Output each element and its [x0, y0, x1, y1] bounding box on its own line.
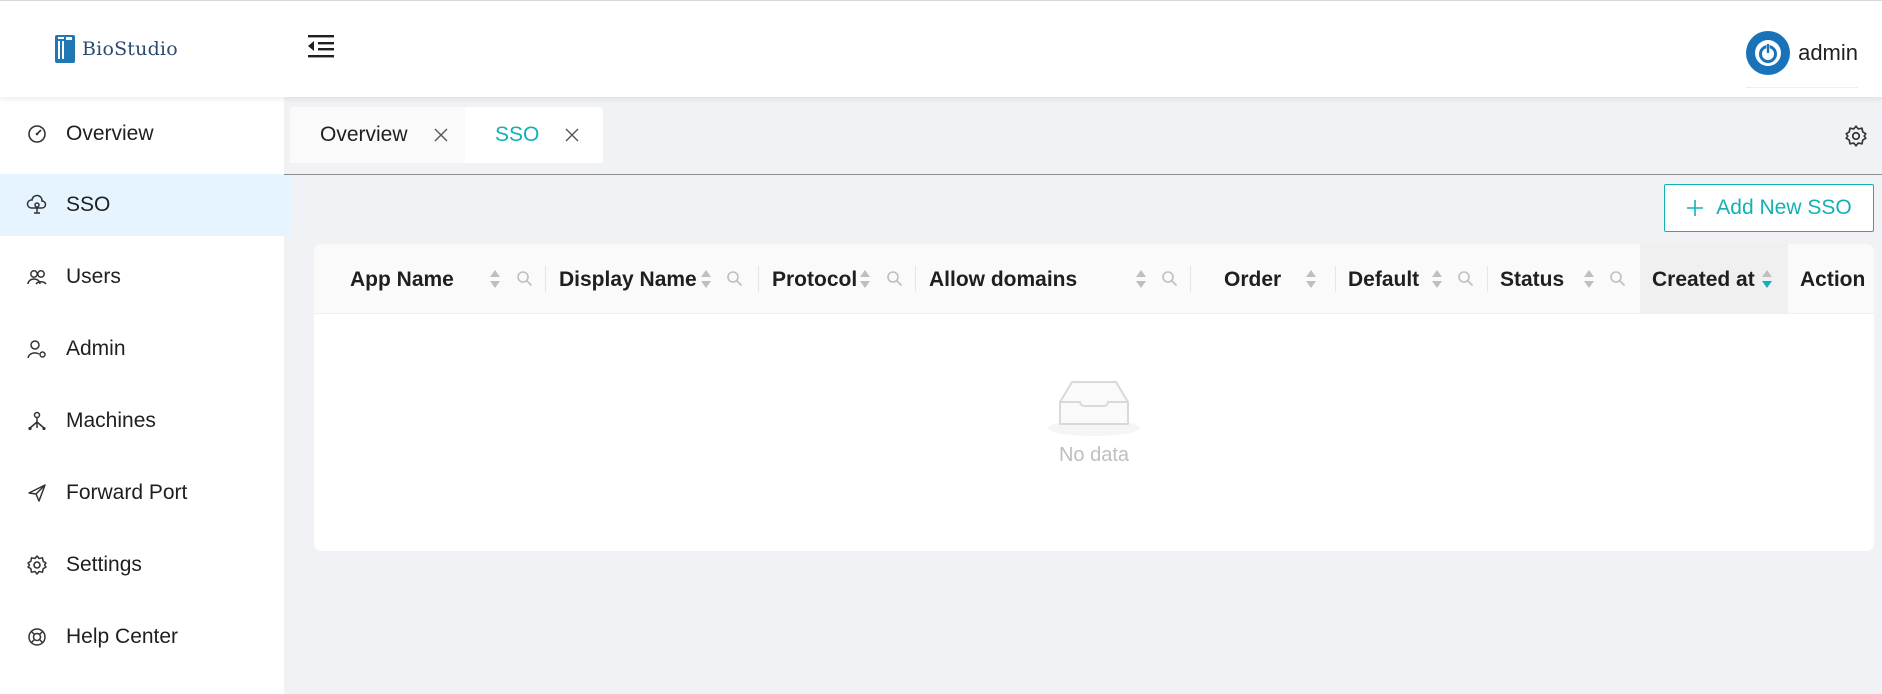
- power-icon: [1755, 40, 1782, 66]
- machines-icon: [28, 411, 46, 431]
- send-icon: [28, 484, 46, 502]
- search-icon[interactable]: [726, 270, 743, 287]
- column-display-name[interactable]: Display Name: [546, 244, 759, 314]
- search-icon[interactable]: [886, 270, 903, 287]
- empty-text: No data: [1058, 444, 1130, 466]
- avatar: [1746, 31, 1791, 75]
- tab-sso[interactable]: SSO: [465, 107, 604, 163]
- sidebar-item-overview[interactable]: Overview: [0, 103, 291, 165]
- column-label: Allow domains: [929, 268, 1078, 291]
- sidebar-item-help-center[interactable]: Help Center: [0, 606, 291, 668]
- gear-icon[interactable]: [1844, 124, 1868, 148]
- column-label: Order: [1224, 268, 1282, 291]
- column-label: Status: [1500, 268, 1565, 291]
- tab-label: SSO: [495, 123, 540, 146]
- close-icon[interactable]: [565, 128, 579, 142]
- user-admin-icon: [27, 340, 46, 359]
- users-icon: [27, 270, 47, 285]
- sidebar-item-label: Settings: [66, 553, 142, 576]
- sidebar-item-users[interactable]: Users: [0, 246, 291, 308]
- sidebar: Overview SSO Users Admin Machines Forwar…: [0, 97, 291, 694]
- sort-descending-icon[interactable]: [1761, 268, 1773, 290]
- user-menu[interactable]: admin: [1746, 31, 1858, 88]
- sso-table: App Name Display Name Protocol Allow dom…: [314, 244, 1874, 551]
- tab-overview[interactable]: Overview: [290, 107, 472, 163]
- column-protocol[interactable]: Protocol: [759, 244, 916, 314]
- plus-icon: [1687, 200, 1704, 216]
- column-label: Action: [1800, 268, 1866, 291]
- search-icon[interactable]: [516, 270, 533, 287]
- tabs-bar: Overview SSO: [284, 97, 1882, 175]
- menu-fold-icon[interactable]: [306, 33, 336, 59]
- column-allow-domains[interactable]: Allow domains: [916, 244, 1191, 314]
- tab-label: Overview: [320, 123, 408, 146]
- dashboard-icon: [28, 125, 46, 143]
- username: admin: [1798, 40, 1858, 65]
- cloud-key-icon: [26, 194, 47, 214]
- search-icon[interactable]: [1609, 270, 1626, 287]
- column-label: Default: [1348, 268, 1420, 291]
- column-order[interactable]: Order: [1191, 244, 1336, 314]
- search-icon[interactable]: [1161, 270, 1178, 287]
- sidebar-item-label: Admin: [66, 337, 126, 360]
- search-icon[interactable]: [1457, 270, 1474, 287]
- sidebar-item-admin[interactable]: Admin: [0, 318, 291, 380]
- logo-text: BioStudio: [82, 38, 178, 60]
- column-label: Protocol: [772, 268, 858, 291]
- empty-inbox-icon: [1048, 381, 1140, 436]
- column-app-name[interactable]: App Name: [314, 244, 546, 314]
- sort-icon[interactable]: [1583, 268, 1595, 290]
- app-logo[interactable]: BioStudio: [54, 33, 178, 65]
- sort-icon[interactable]: [1431, 268, 1443, 290]
- column-label: App Name: [350, 268, 454, 291]
- app-header: BioStudio admin: [0, 0, 1882, 97]
- sidebar-item-label: Forward Port: [66, 481, 188, 504]
- column-default[interactable]: Default: [1336, 244, 1488, 314]
- gear-icon: [27, 555, 47, 575]
- sort-icon[interactable]: [700, 268, 712, 290]
- sidebar-item-label: SSO: [66, 193, 111, 216]
- sort-icon[interactable]: [1305, 268, 1317, 290]
- column-status[interactable]: Status: [1488, 244, 1640, 314]
- column-label: Display Name: [559, 268, 697, 291]
- sidebar-item-sso[interactable]: SSO: [0, 174, 291, 236]
- lifebuoy-icon: [28, 628, 46, 646]
- table-header: App Name Display Name Protocol Allow dom…: [314, 244, 1874, 314]
- sidebar-item-label: Machines: [66, 409, 156, 432]
- sidebar-item-label: Overview: [66, 122, 154, 145]
- add-new-sso-button[interactable]: Add New SSO: [1664, 184, 1874, 232]
- column-created-at[interactable]: Created at: [1640, 244, 1788, 314]
- sidebar-item-settings[interactable]: Settings: [0, 534, 291, 596]
- empty-state: No data: [314, 314, 1874, 551]
- sort-icon[interactable]: [859, 268, 871, 290]
- sidebar-item-forward-port[interactable]: Forward Port: [0, 462, 291, 524]
- add-new-sso-label: Add New SSO: [1716, 196, 1852, 219]
- sort-icon[interactable]: [1135, 268, 1147, 290]
- logo-icon: [55, 35, 75, 63]
- column-label: Created at: [1652, 268, 1755, 291]
- sidebar-item-machines[interactable]: Machines: [0, 390, 291, 452]
- close-icon[interactable]: [434, 128, 448, 142]
- sort-icon[interactable]: [489, 268, 501, 290]
- column-action: Action: [1788, 244, 1874, 314]
- sidebar-item-label: Help Center: [66, 625, 179, 648]
- sidebar-item-label: Users: [66, 265, 121, 288]
